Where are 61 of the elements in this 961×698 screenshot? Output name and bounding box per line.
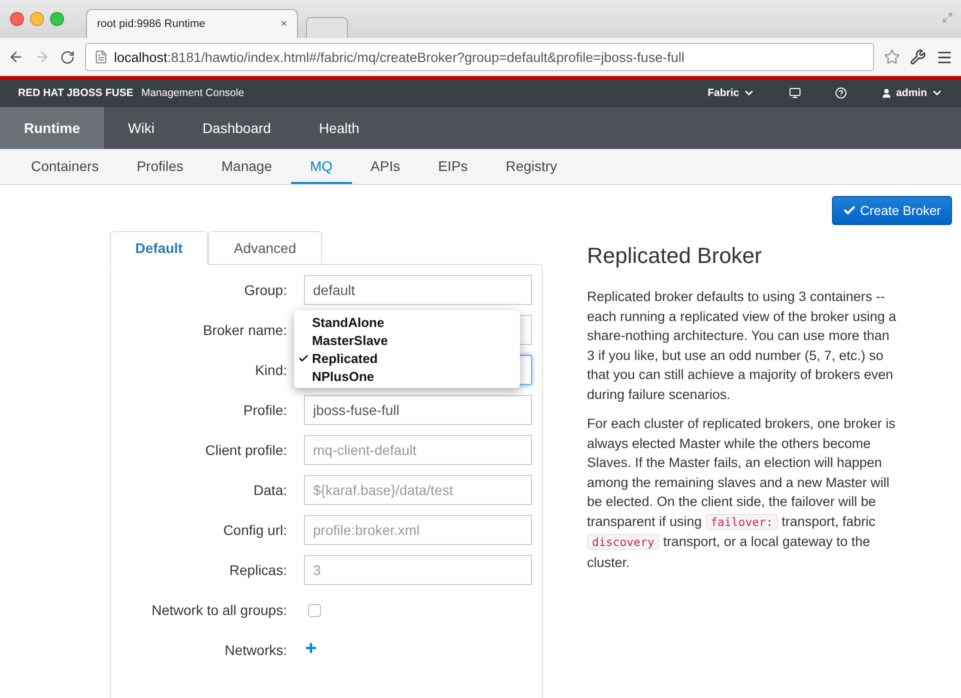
star-icon[interactable] (884, 49, 900, 65)
dropdown-option[interactable]: Replicated (294, 349, 520, 367)
sub-nav-tab[interactable]: MQ (290, 149, 352, 184)
nav-tab[interactable]: Runtime (0, 107, 104, 149)
sub-nav-tab[interactable]: Containers (12, 149, 118, 184)
text-input[interactable]: profile:broker.xml (304, 515, 532, 545)
text-input[interactable]: ${karaf.base}/data/test (304, 475, 532, 505)
help-paragraph: Replicated broker defaults to using 3 containers -- each running a replicated view of the broker using a share-nothing architecture. You can use more than 3 if you like, but use an odd number (5, 7, etc.) so that you can still achieve a majority of brokers even during failure scenarios. (587, 288, 897, 404)
create-broker-button[interactable]: Create Broker (832, 196, 952, 225)
field-label: Networks: (224, 642, 287, 658)
field-label: Kind: (254, 362, 287, 378)
check-icon (843, 204, 856, 217)
nav-tab[interactable]: Health (294, 107, 384, 149)
form-tab[interactable]: Advanced (208, 231, 322, 265)
field-label: Config url: (222, 522, 287, 538)
nav-tab[interactable]: Wiki (104, 107, 178, 149)
sub-nav-tab[interactable]: Manage (202, 149, 291, 184)
minimize-window-icon[interactable] (30, 12, 44, 26)
text-input[interactable]: jboss-fuse-full (304, 395, 532, 425)
dropdown-option[interactable]: NPlusOne (294, 367, 520, 385)
app-subtitle: Management Console (141, 87, 244, 99)
code-snippet: failover: (706, 514, 778, 530)
field-label: Network to all groups: (150, 602, 287, 618)
back-icon[interactable] (8, 49, 24, 65)
field-label: Group: (243, 282, 287, 298)
reload-icon[interactable] (60, 50, 75, 64)
zoom-window-icon[interactable] (50, 12, 64, 26)
text-input[interactable]: mq-client-default (304, 435, 532, 465)
sub-nav-tab[interactable]: APIs (352, 149, 420, 184)
browser-tab[interactable]: root pid:9986 Runtime × (86, 9, 298, 38)
code-snippet: discovery (587, 534, 660, 550)
nav-tab[interactable]: Dashboard (178, 107, 295, 149)
text-input[interactable]: default (304, 275, 532, 305)
page-icon (94, 50, 108, 64)
check-icon (298, 352, 309, 364)
help-paragraph: For each cluster of replicated brokers, one broker is always elected Master while the others become Slaves. If the Master fails, an election will happen among the remaining slaves and a new Master will be elected. On the client side, the failover will be transparent if using failover: transport, fabric discovery transport, or a local gateway to the cluster. (587, 415, 896, 572)
form-tab[interactable]: Default (110, 231, 208, 265)
field-label: Client profile: (204, 442, 287, 458)
field-label: Profile: (242, 402, 287, 418)
fullscreen-icon[interactable] (942, 12, 953, 23)
sub-nav-tab[interactable]: Registry (486, 149, 576, 184)
dropdown-option[interactable]: StandAlone (294, 313, 520, 331)
brand-logo: RED HAT JBOSS FUSE (18, 87, 134, 99)
fabric-menu[interactable]: Fabric (708, 87, 756, 99)
monitor-icon[interactable] (789, 87, 802, 99)
field-label: Replicas: (228, 562, 287, 578)
sub-nav-tab[interactable]: Profiles (118, 149, 202, 184)
checkbox[interactable] (308, 604, 321, 616)
user-icon (881, 88, 892, 98)
text-input[interactable]: 3 (304, 555, 532, 585)
field-label: Data: (252, 482, 287, 498)
field-label: Broker name: (202, 322, 287, 338)
address-field[interactable]: localhost:8181/hawtio/index.html#/fabric/mq/createBroker?group=default&profile=jboss-fuse-full (85, 43, 874, 71)
close-window-icon[interactable] (10, 12, 24, 26)
help-icon[interactable] (835, 87, 848, 99)
sub-nav-tab[interactable]: EIPs (419, 149, 487, 184)
add-icon[interactable] (304, 640, 318, 654)
user-menu[interactable]: admin (881, 87, 943, 99)
wrench-icon[interactable] (910, 49, 926, 65)
help-title: Replicated Broker (587, 243, 763, 269)
dropdown-option[interactable]: MasterSlave (294, 331, 520, 349)
